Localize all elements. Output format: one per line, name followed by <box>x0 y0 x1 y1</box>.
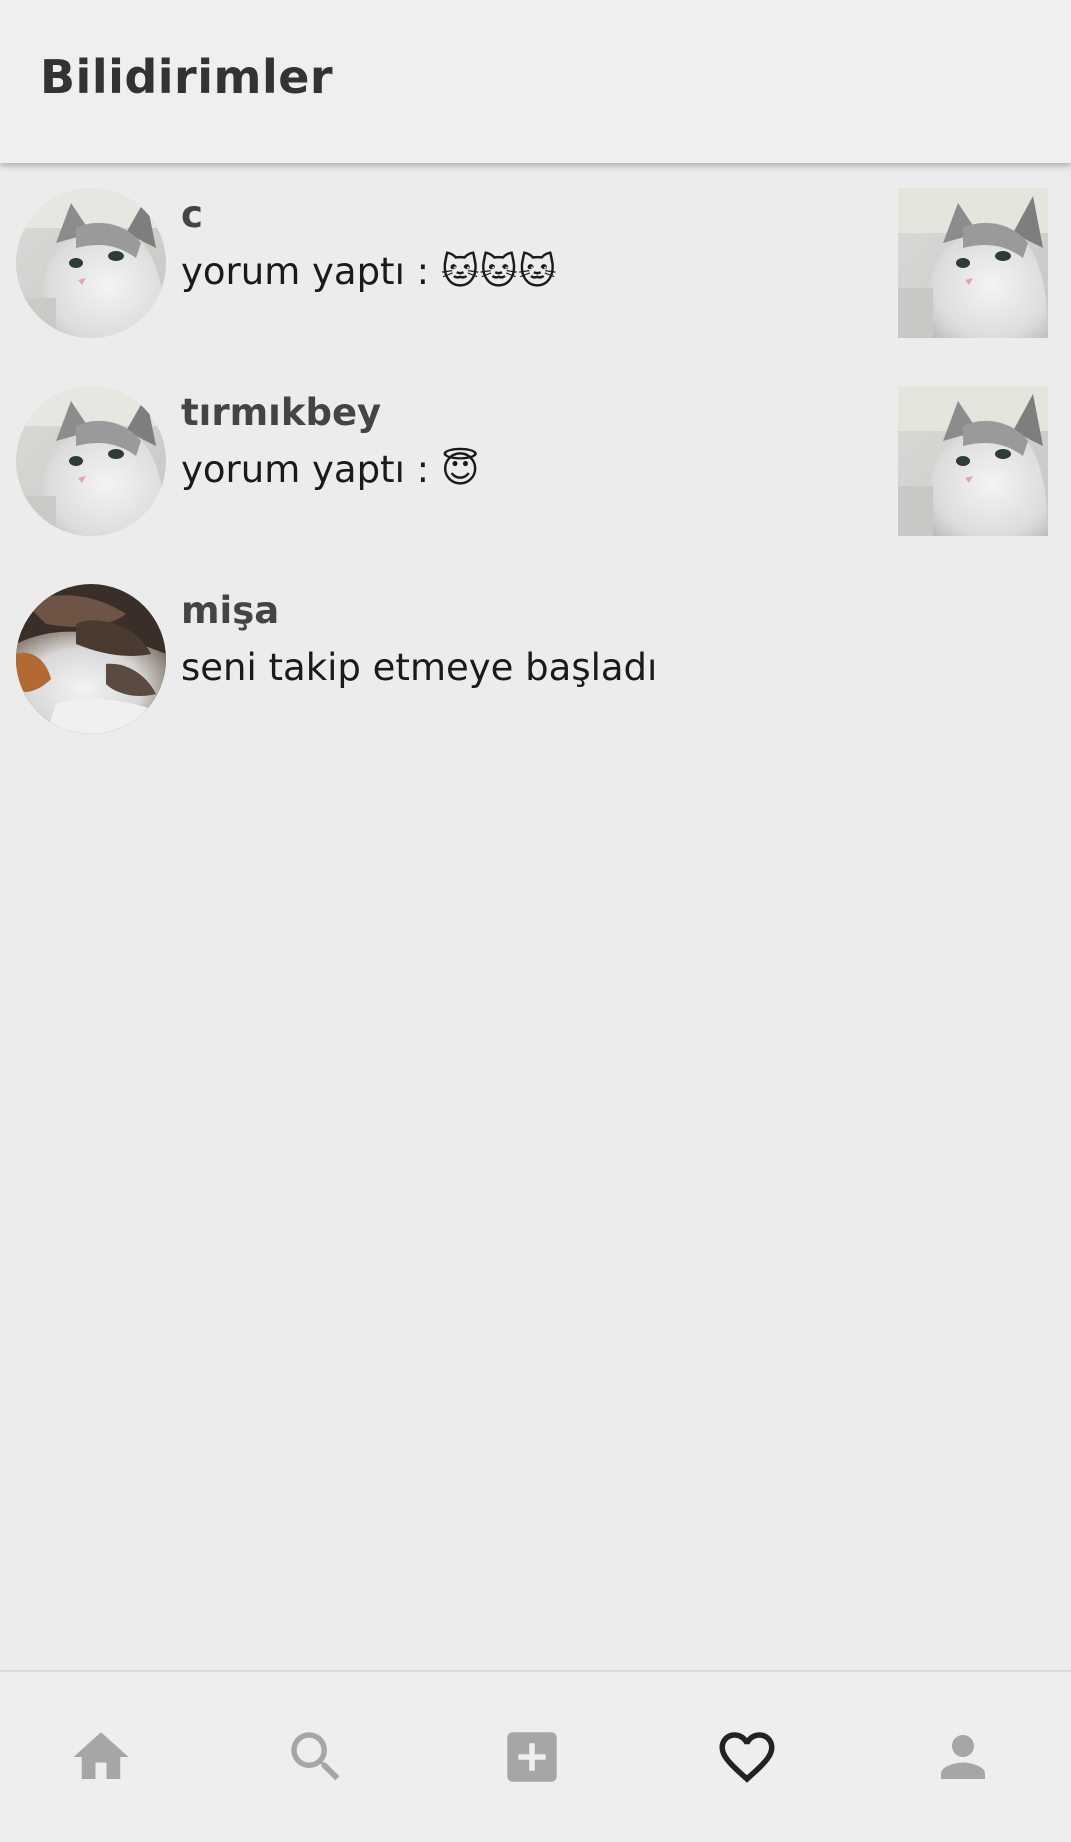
notification-username[interactable]: mişa <box>181 589 279 632</box>
cat-photo-white-icon <box>16 386 166 536</box>
bottom-navigation <box>0 1670 1071 1842</box>
avatar[interactable] <box>16 188 166 338</box>
notification-row[interactable]: c yorum yaptı : 🐱🐱🐱 <box>0 163 1071 361</box>
nav-profile[interactable] <box>930 1724 996 1790</box>
cat-photo-white-icon <box>898 188 1048 338</box>
notification-username[interactable]: c <box>181 193 203 236</box>
nav-search[interactable] <box>283 1724 349 1790</box>
notification-message: yorum yaptı : 🐱🐱🐱 <box>181 250 557 293</box>
app-bar: Bilidirimler <box>0 0 1071 163</box>
avatar[interactable] <box>16 386 166 536</box>
nav-notifications[interactable] <box>714 1724 780 1790</box>
search-icon <box>291 1732 340 1781</box>
profile-icon <box>941 1735 985 1779</box>
heart-icon <box>719 1732 775 1783</box>
post-thumbnail[interactable] <box>898 386 1048 536</box>
cat-photo-white-icon <box>16 188 166 338</box>
notification-row[interactable]: tırmıkbey yorum yaptı : 😇 <box>0 361 1071 559</box>
page-title: Bilidirimler <box>40 50 334 104</box>
cat-photo-white-icon <box>898 386 1048 536</box>
notification-message: yorum yaptı : 😇 <box>181 448 480 491</box>
home-icon <box>73 1732 129 1779</box>
cat-photo-calico-icon <box>16 584 166 734</box>
post-thumbnail[interactable] <box>898 188 1048 338</box>
notification-row[interactable]: mişa seni takip etmeye başladı <box>0 559 1071 757</box>
nav-home[interactable] <box>68 1724 134 1790</box>
notification-message: seni takip etmeye başladı <box>181 646 658 689</box>
avatar[interactable] <box>16 584 166 734</box>
notification-list[interactable]: c yorum yaptı : 🐱🐱🐱 tırmıkbey yorum yapt… <box>0 163 1071 757</box>
nav-add-post[interactable] <box>499 1724 565 1790</box>
notification-username[interactable]: tırmıkbey <box>181 391 381 434</box>
add-post-icon <box>507 1732 557 1782</box>
